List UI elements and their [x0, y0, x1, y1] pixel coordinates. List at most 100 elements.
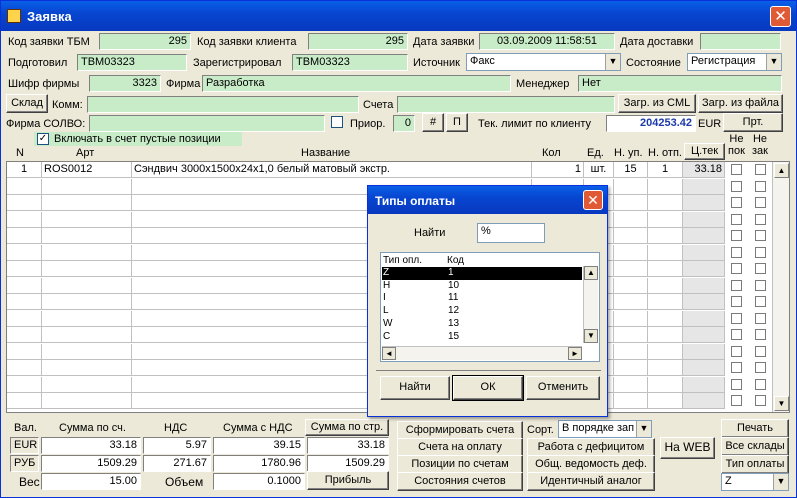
close-button[interactable]: ✕: [770, 6, 791, 27]
cell-n-otp[interactable]: [648, 310, 683, 327]
cell-art[interactable]: ROS0012: [42, 162, 132, 178]
ne-zak-checkbox[interactable]: [755, 246, 766, 258]
client-code-field[interactable]: 295: [308, 33, 408, 50]
cell-art[interactable]: [42, 277, 132, 294]
cell-price[interactable]: [683, 310, 725, 327]
list-item[interactable]: L 12: [382, 305, 582, 318]
payment-types-list[interactable]: Тип опл. Код Z 1 H 10 I 11 L 12 W 13 C 15 ▲ ▼ ◄ ►: [380, 252, 600, 362]
cell-price[interactable]: [683, 294, 725, 310]
chevron-down-icon[interactable]: ▼: [605, 54, 620, 70]
cell-art[interactable]: [42, 393, 132, 409]
cell-price[interactable]: [683, 393, 725, 409]
payment-type-button[interactable]: Тип оплаты: [721, 455, 789, 474]
cell-n-otp[interactable]: [648, 327, 683, 343]
cell-price[interactable]: [683, 195, 725, 211]
cell-n-up[interactable]: [614, 294, 648, 310]
chevron-down-icon[interactable]: ▼: [636, 421, 651, 437]
cell-n[interactable]: [7, 360, 42, 376]
cell-price[interactable]: 33.18: [683, 162, 725, 178]
sort-select[interactable]: В порядке зап ▼: [558, 420, 652, 438]
p-button[interactable]: П: [446, 113, 468, 132]
cell-price[interactable]: [683, 327, 725, 343]
table-row[interactable]: 1 ROS0012 Сэндвич 3000х1500х24х1,0 белый м…: [7, 162, 771, 178]
cell-n-up[interactable]: [614, 327, 648, 343]
cell-price[interactable]: [683, 244, 725, 261]
cell-price[interactable]: [683, 211, 725, 228]
ne-pok-checkbox[interactable]: [731, 213, 742, 225]
profit-button[interactable]: Прибыль: [307, 471, 389, 490]
cell-n-otp[interactable]: 1: [648, 162, 683, 178]
sum-str-label[interactable]: Сумма по стр.: [305, 419, 389, 436]
list-item[interactable]: W 13: [382, 318, 582, 331]
dialog-close-button[interactable]: ✕: [583, 190, 603, 210]
cell-n-up[interactable]: [614, 211, 648, 228]
cell-art[interactable]: [42, 376, 132, 393]
comment-field[interactable]: [87, 96, 359, 113]
cell-art[interactable]: [42, 327, 132, 343]
scroll-right-icon[interactable]: ►: [568, 347, 582, 360]
cell-n-up[interactable]: [614, 228, 648, 244]
ne-pok-checkbox[interactable]: [731, 296, 742, 307]
dialog-ok-button[interactable]: ОК: [452, 375, 524, 401]
cell-price[interactable]: [683, 360, 725, 376]
cell-art[interactable]: [42, 178, 132, 195]
cell-n-up[interactable]: [614, 261, 648, 277]
list-item[interactable]: H 10: [382, 280, 582, 293]
ne-pok-checkbox[interactable]: [731, 263, 742, 274]
dialog-title[interactable]: Типы оплаты: [368, 186, 607, 214]
cell-price[interactable]: [683, 376, 725, 393]
scroll-up-icon[interactable]: ▲: [774, 163, 789, 178]
cell-n[interactable]: [7, 393, 42, 409]
ne-pok-checkbox[interactable]: [731, 329, 742, 340]
ne-zak-checkbox[interactable]: [755, 164, 766, 175]
source-select[interactable]: Факс ▼: [466, 53, 621, 71]
ne-zak-checkbox[interactable]: [755, 395, 766, 406]
tbm-code-field[interactable]: 295: [99, 33, 191, 50]
title-bar[interactable]: Заявка ✕: [1, 1, 796, 31]
ne-pok-checkbox[interactable]: [731, 180, 742, 192]
cell-n-otp[interactable]: [648, 277, 683, 294]
ne-zak-checkbox[interactable]: [755, 378, 766, 390]
cell-n[interactable]: [7, 310, 42, 327]
cell-n[interactable]: [7, 195, 42, 211]
cell-art[interactable]: [42, 261, 132, 277]
cell-n-up[interactable]: [614, 277, 648, 294]
ne-zak-checkbox[interactable]: [755, 312, 766, 324]
cell-n[interactable]: [7, 261, 42, 277]
web-button[interactable]: На WEB: [660, 437, 715, 459]
cell-n-otp[interactable]: [648, 360, 683, 376]
cell-n-up[interactable]: [614, 360, 648, 376]
cell-n[interactable]: [7, 244, 42, 261]
ne-pok-checkbox[interactable]: [731, 164, 742, 175]
load-file-button[interactable]: Загр. из файла: [698, 94, 783, 113]
ne-zak-checkbox[interactable]: [755, 197, 766, 208]
load-cml-button[interactable]: Загр. из CML: [618, 94, 696, 113]
firm-code-field[interactable]: 3323: [89, 75, 161, 92]
cell-art[interactable]: [42, 360, 132, 376]
hash-button[interactable]: #: [422, 113, 444, 132]
cell-art[interactable]: [42, 244, 132, 261]
cell-unit[interactable]: шт.: [584, 162, 614, 178]
cell-name[interactable]: Сэндвич 3000х1500х24х1,0 белый матовый э…: [132, 162, 532, 178]
chevron-down-icon[interactable]: ▼: [773, 474, 788, 490]
ne-pok-checkbox[interactable]: [731, 362, 742, 373]
scroll-down-icon[interactable]: ▼: [584, 329, 598, 343]
ne-zak-checkbox[interactable]: [755, 296, 766, 307]
cell-n-otp[interactable]: [648, 195, 683, 211]
ne-zak-checkbox[interactable]: [755, 263, 766, 274]
cell-n[interactable]: [7, 376, 42, 393]
cell-n-otp[interactable]: [648, 178, 683, 195]
list-item[interactable]: I 11: [382, 292, 582, 305]
dialog-cancel-button[interactable]: Отменить: [526, 376, 600, 400]
cell-n-up[interactable]: [614, 343, 648, 360]
cell-n-up[interactable]: 15: [614, 162, 648, 178]
accounts-field[interactable]: [397, 96, 615, 113]
states-button[interactable]: Состояния счетов: [397, 472, 523, 491]
cell-n-up[interactable]: [614, 244, 648, 261]
ne-pok-checkbox[interactable]: [731, 312, 742, 324]
cell-n-up[interactable]: [614, 195, 648, 211]
list-vscroll[interactable]: ▲ ▼: [583, 266, 598, 343]
delivery-field[interactable]: [700, 33, 781, 50]
cell-n-otp[interactable]: [648, 393, 683, 409]
prior-field[interactable]: 0: [393, 115, 415, 132]
